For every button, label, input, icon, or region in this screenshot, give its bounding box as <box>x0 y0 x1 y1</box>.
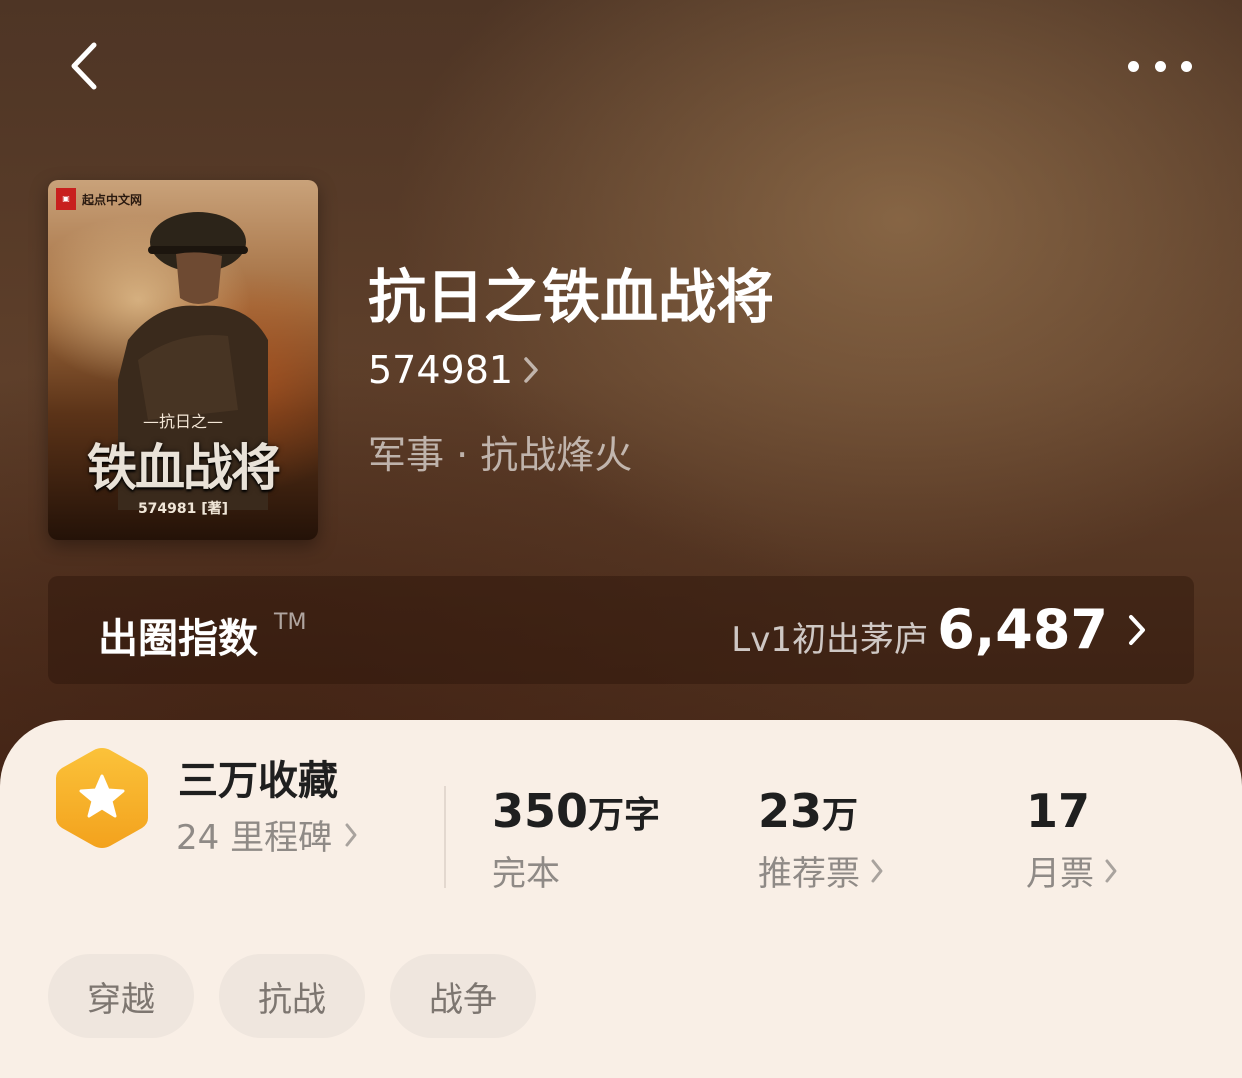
stat-monthly-votes[interactable]: 17 月票 <box>1026 784 1118 895</box>
monthly-votes-label: 月票 <box>1026 854 1094 894</box>
word-count-value: 350 <box>492 784 589 838</box>
chevron-right-icon <box>524 357 538 383</box>
cover-publisher-name: 起点中文网 <box>82 192 143 207</box>
stats-panel: 三万收藏 24 里程碑 350万字 完本 23万 推荐票 17 月票 穿越 抗战… <box>0 720 1242 1078</box>
milestone-title: 三万收藏 <box>178 758 338 804</box>
tag-chip[interactable]: 抗战 <box>219 954 365 1038</box>
cover-publisher-logo: ▣ 起点中文网 <box>56 188 142 210</box>
tag-chip[interactable]: 穿越 <box>48 954 194 1038</box>
book-title: 抗日之铁血战将 <box>368 263 775 331</box>
back-button[interactable] <box>58 36 108 96</box>
chevron-right-icon <box>1105 859 1117 882</box>
chevron-left-icon <box>71 42 97 90</box>
index-label: 出圈指数 <box>98 616 258 662</box>
popularity-index-bar[interactable]: 出圈指数 TM Lv1初出茅庐 6,487 <box>48 576 1194 684</box>
chevron-right-icon <box>345 823 357 846</box>
more-dot <box>1154 60 1166 72</box>
author-name: 574981 <box>368 348 514 392</box>
publisher-mark-icon: ▣ <box>56 188 76 210</box>
recommend-votes-unit: 万 <box>822 795 859 836</box>
more-options-button[interactable] <box>1128 50 1192 82</box>
star-badge-icon <box>56 748 148 848</box>
stat-recommend-votes[interactable]: 23万 推荐票 <box>758 784 884 895</box>
stat-word-count: 350万字 完本 <box>492 784 660 895</box>
chevron-right-icon <box>871 859 883 882</box>
monthly-votes-value: 17 <box>1026 784 1091 838</box>
more-dot <box>1181 60 1192 72</box>
author-link[interactable]: 574981 <box>368 348 539 392</box>
book-cover[interactable]: ▣ 起点中文网 —抗日之— 铁血战将 574981 [著] <box>48 180 318 540</box>
milestone-link[interactable]: 24 里程碑 <box>176 810 358 859</box>
more-dot <box>1128 60 1139 72</box>
cover-author: 574981 [著] <box>137 501 229 517</box>
index-score: 6,487 <box>937 598 1108 661</box>
index-level: Lv1初出茅庐 <box>731 620 928 660</box>
trademark-mark: TM <box>274 610 307 635</box>
cover-title: 铁血战将 <box>87 438 281 497</box>
completion-status: 完本 <box>492 854 560 894</box>
milestone-count: 24 里程碑 <box>176 818 333 858</box>
word-count-unit: 万字 <box>588 795 661 836</box>
book-category: 军事 · 抗战烽火 <box>368 433 633 477</box>
tag-chip[interactable]: 战争 <box>390 954 536 1038</box>
chevron-right-icon <box>1129 615 1145 645</box>
recommend-votes-value: 23 <box>758 784 823 838</box>
divider <box>444 786 446 888</box>
recommend-votes-label: 推荐票 <box>758 854 860 894</box>
